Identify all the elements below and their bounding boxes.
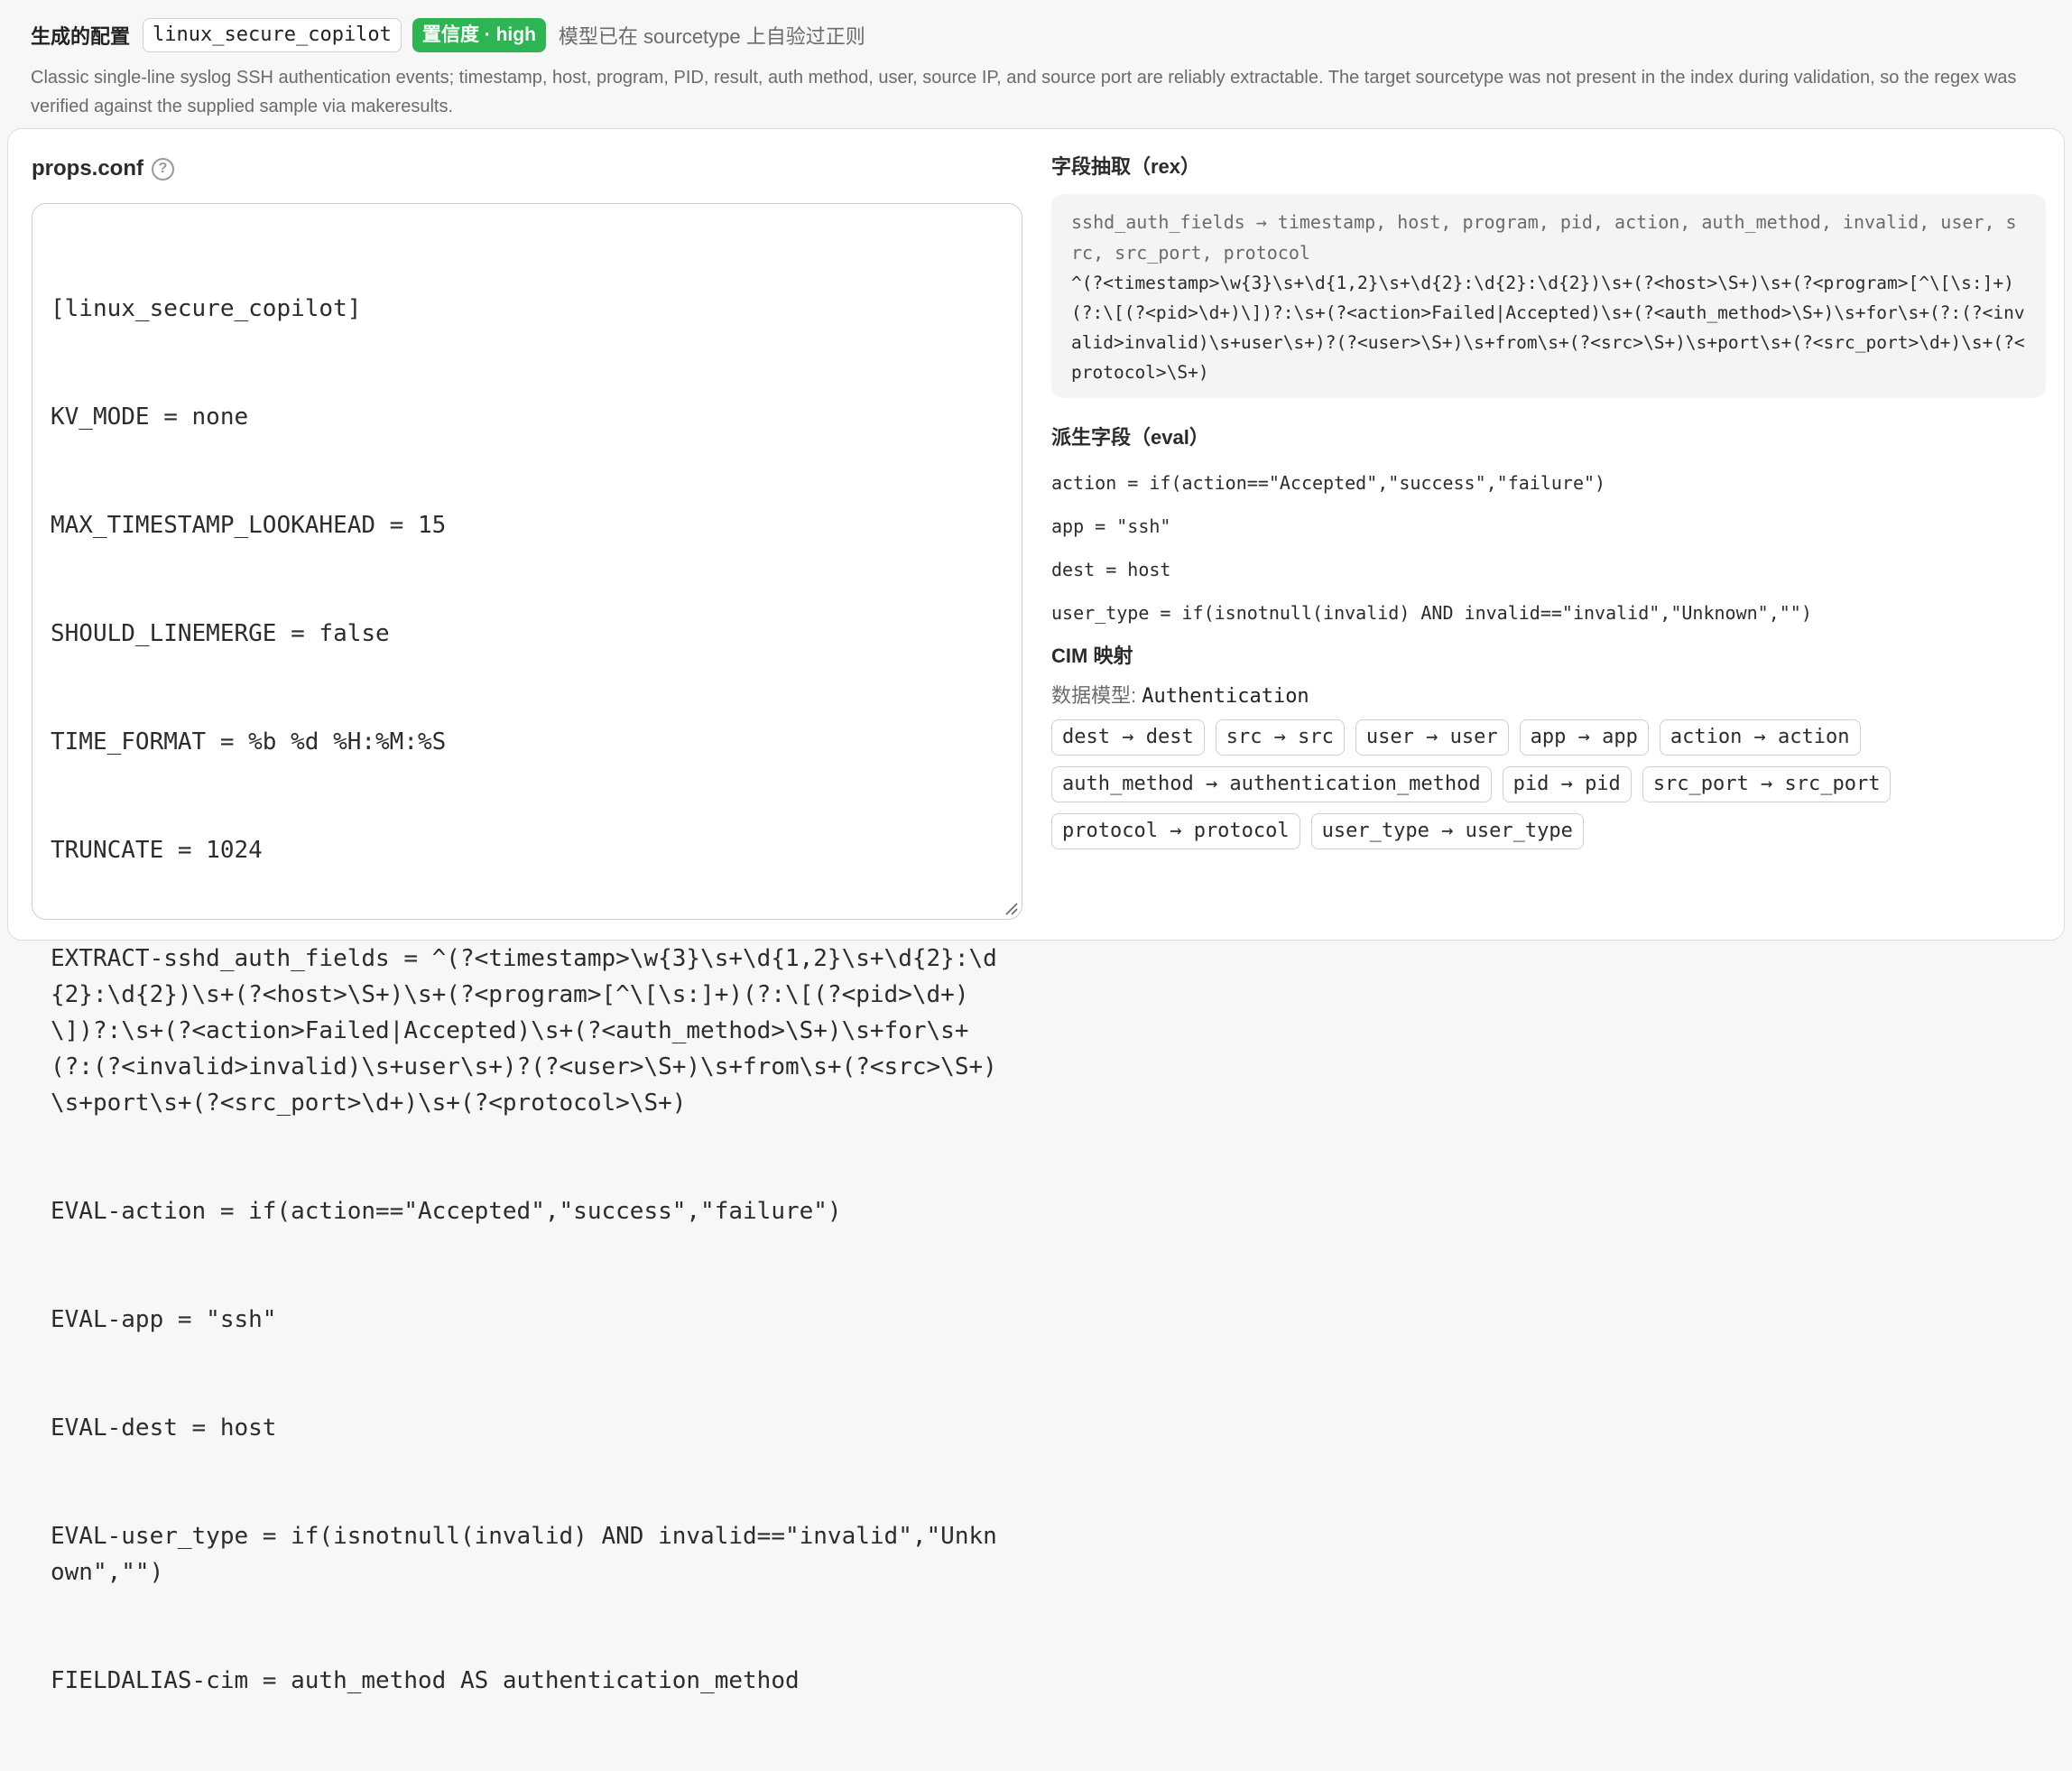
- eval-list: action = if(action=="Accepted","success"…: [1051, 461, 2046, 635]
- cim-mapping-chip: protocol → protocol: [1051, 813, 1300, 849]
- rex-title: 字段抽取（rex）: [1051, 155, 1201, 178]
- data-model-row: 数据模型: Authentication: [1051, 680, 2046, 712]
- eval-line: action = if(action=="Accepted","success"…: [1051, 472, 1606, 494]
- cim-mapping-chip: action → action: [1659, 719, 1861, 756]
- confidence-badge: 置信度 · high: [412, 18, 546, 52]
- conf-line: EXTRACT-sshd_auth_fields = ^(?<timestamp…: [51, 945, 997, 1117]
- rex-fields: sshd_auth_fields → timestamp, host, prog…: [1071, 211, 2017, 264]
- props-panel: props.conf ? [linux_secure_copilot] KV_M…: [32, 153, 1031, 1694]
- data-model-value: Authentication: [1142, 685, 1309, 708]
- verify-note: 模型已在 sourcetype 上自验过正则: [558, 25, 865, 48]
- cim-mapping-chip: app → app: [1519, 719, 1649, 756]
- props-title: props.conf: [32, 156, 143, 181]
- conf-line: SHOULD_LINEMERGE = false: [51, 620, 390, 647]
- cim-mapping-chip: src_port → src_port: [1642, 766, 1892, 802]
- conf-line: EVAL-app = "ssh": [51, 1306, 277, 1333]
- props-conf-text: [linux_secure_copilot] KV_MODE = none MA…: [51, 218, 1004, 1771]
- sourcetype-chip: linux_secure_copilot: [143, 18, 402, 52]
- conf-line: FIELDALIAS-cim = auth_method AS authenti…: [51, 1667, 800, 1694]
- rex-box: sshd_auth_fields → timestamp, host, prog…: [1051, 194, 2046, 398]
- cim-mapping-chip: auth_method → authentication_method: [1051, 766, 1492, 802]
- eval-line: dest = host: [1051, 559, 1171, 580]
- props-title-row: props.conf ?: [32, 153, 1031, 185]
- help-icon[interactable]: ?: [152, 157, 174, 181]
- config-header: 生成的配置 linux_secure_copilot 置信度 · high 模型…: [0, 0, 2072, 126]
- conf-line: KV_MODE = none: [51, 403, 249, 431]
- eval-line: app = "ssh": [1051, 515, 1171, 537]
- cim-mapping-chip: src → src: [1215, 719, 1345, 756]
- header-row: 生成的配置 linux_secure_copilot 置信度 · high 模型…: [31, 18, 2041, 52]
- page-title: 生成的配置: [31, 25, 131, 48]
- cim-mapping-chip: dest → dest: [1051, 719, 1205, 756]
- conf-line: TIME_FORMAT = %b %d %H:%M:%S: [51, 728, 447, 756]
- props-editor[interactable]: [linux_secure_copilot] KV_MODE = none MA…: [32, 203, 1022, 1694]
- cim-mapping-list: dest → dest src → src user → user app → …: [1051, 719, 1999, 860]
- cim-title: CIM 映射: [1051, 644, 1133, 667]
- conf-line: TRUNCATE = 1024: [51, 837, 263, 864]
- cim-mapping-chip: user_type → user_type: [1310, 813, 1584, 849]
- data-model-label: 数据模型:: [1051, 684, 1137, 707]
- eval-title: 派生字段（eval）: [1051, 426, 1209, 449]
- config-description: Classic single-line syslog SSH authentic…: [31, 68, 2017, 116]
- conf-line: [linux_secure_copilot]: [51, 295, 362, 322]
- cim-mapping-chip: user → user: [1355, 719, 1509, 756]
- rex-pattern: ^(?<timestamp>\w{3}\s+\d{1,2}\s+\d{2}:\d…: [1071, 273, 2025, 383]
- conf-line: EVAL-action = if(action=="Accepted","suc…: [51, 1198, 842, 1225]
- config-card: props.conf ? [linux_secure_copilot] KV_M…: [7, 128, 2065, 1694]
- conf-line: MAX_TIMESTAMP_LOOKAHEAD = 15: [51, 512, 447, 539]
- details-panel: 字段抽取（rex） sshd_auth_fields → timestamp, …: [1051, 153, 2046, 860]
- eval-line: user_type = if(isnotnull(invalid) AND in…: [1051, 602, 1812, 624]
- resize-handle-icon[interactable]: [1004, 901, 1018, 915]
- conf-line: EVAL-user_type = if(isnotnull(invalid) A…: [51, 1523, 997, 1586]
- cim-mapping-chip: pid → pid: [1502, 766, 1632, 802]
- conf-line: EVAL-dest = host: [51, 1414, 277, 1442]
